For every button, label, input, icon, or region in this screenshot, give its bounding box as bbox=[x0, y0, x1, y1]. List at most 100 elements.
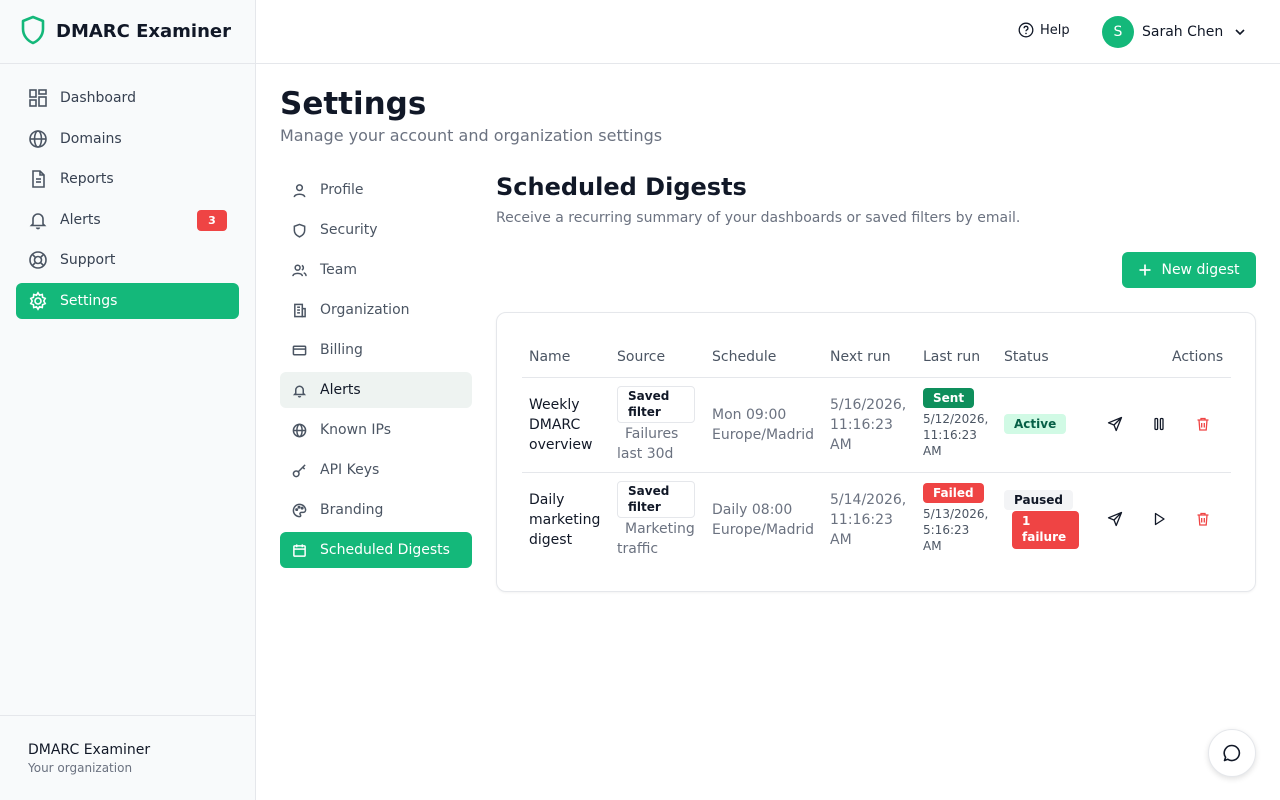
tab-label: Branding bbox=[320, 502, 384, 518]
page-title: Settings bbox=[280, 86, 427, 122]
chip-line: filter bbox=[628, 405, 661, 419]
column-header-next-run[interactable]: Next run bbox=[830, 349, 891, 365]
dashboard-icon bbox=[29, 89, 47, 107]
sidebar-item-alerts[interactable]: Alerts 3 bbox=[16, 202, 239, 238]
user-menu[interactable]: S Sarah Chen bbox=[1102, 16, 1247, 48]
credit-card-icon bbox=[292, 345, 307, 355]
tab-known-ips[interactable]: Known IPs bbox=[280, 412, 472, 448]
sidebar: DMARC Examiner Dashboard Domains Reports… bbox=[0, 0, 256, 800]
gear-icon bbox=[29, 291, 47, 311]
palette-icon bbox=[292, 503, 307, 517]
globe-icon bbox=[292, 423, 307, 437]
tab-billing[interactable]: Billing bbox=[280, 332, 472, 368]
digest-name[interactable]: Daily marketing digest bbox=[529, 490, 600, 550]
divider bbox=[522, 377, 1231, 378]
pause-button[interactable] bbox=[1151, 416, 1171, 436]
send-icon bbox=[1107, 416, 1123, 432]
next-run-line: 11:16:23 bbox=[830, 417, 893, 433]
org-switcher[interactable]: DMARC Examiner Your organization bbox=[0, 715, 255, 800]
new-digest-button[interactable]: New digest bbox=[1122, 252, 1256, 288]
tab-team[interactable]: Team bbox=[280, 252, 472, 288]
calendar-icon bbox=[293, 543, 306, 557]
next-run-line: 5/14/2026, bbox=[830, 492, 907, 508]
shield-icon bbox=[293, 223, 306, 238]
next-run-line: 11:16:23 bbox=[830, 512, 893, 528]
schedule-line: Mon 09:00 bbox=[712, 407, 787, 423]
sidebar-nav: Dashboard Domains Reports Alerts 3 Suppo… bbox=[0, 64, 255, 340]
schedule-line: Daily 08:00 bbox=[712, 502, 793, 518]
tab-label: Known IPs bbox=[320, 422, 392, 438]
chip-line: filter bbox=[628, 500, 661, 514]
last-run-line: 5/12/2026, bbox=[923, 412, 989, 426]
column-header-source[interactable]: Source bbox=[617, 349, 665, 365]
play-icon bbox=[1154, 512, 1165, 526]
brand[interactable]: DMARC Examiner bbox=[0, 0, 255, 64]
plus-icon bbox=[1139, 264, 1151, 276]
section-subtitle: Receive a recurring summary of your dash… bbox=[496, 210, 1021, 226]
column-header-actions: Actions bbox=[1172, 349, 1224, 365]
send-now-button[interactable] bbox=[1107, 511, 1127, 531]
send-now-button[interactable] bbox=[1107, 416, 1127, 436]
trash-icon bbox=[1197, 512, 1209, 526]
delete-button[interactable] bbox=[1195, 416, 1215, 436]
status-badge: Paused bbox=[1004, 490, 1073, 510]
tab-label: Organization bbox=[320, 302, 410, 318]
next-run-line: AM bbox=[830, 437, 852, 453]
digest-schedule: Mon 09:00 Europe/Madrid bbox=[712, 405, 814, 445]
app-name: DMARC Examiner bbox=[56, 21, 231, 42]
help-button[interactable]: Help bbox=[1018, 22, 1070, 38]
tab-label: API Keys bbox=[320, 462, 380, 478]
tab-alerts[interactable]: Alerts bbox=[280, 372, 472, 408]
tab-scheduled-digests[interactable]: Scheduled Digests bbox=[280, 532, 472, 568]
section-title: Scheduled Digests bbox=[496, 173, 747, 201]
failure-line: 1 bbox=[1022, 514, 1031, 528]
source-type-chip: Saved filter bbox=[617, 386, 695, 423]
column-header-status[interactable]: Status bbox=[1004, 349, 1049, 365]
tab-security[interactable]: Security bbox=[280, 212, 472, 248]
column-header-schedule[interactable]: Schedule bbox=[712, 349, 776, 365]
resume-button[interactable] bbox=[1151, 511, 1171, 531]
sidebar-item-label: Dashboard bbox=[60, 90, 136, 106]
tab-label: Billing bbox=[320, 342, 363, 358]
page-subtitle: Manage your account and organization set… bbox=[280, 126, 663, 145]
last-run-line: 11:16:23 bbox=[923, 428, 977, 442]
sidebar-item-settings[interactable]: Settings bbox=[16, 282, 239, 319]
shield-logo-icon bbox=[20, 15, 46, 49]
user-name: Sarah Chen bbox=[1142, 24, 1224, 40]
next-run-line: AM bbox=[830, 532, 852, 548]
sidebar-item-label: Reports bbox=[60, 171, 114, 188]
tab-branding[interactable]: Branding bbox=[280, 492, 472, 528]
name-line: marketing bbox=[529, 512, 601, 528]
last-run-line: AM bbox=[923, 444, 942, 458]
digest-next-run: 5/14/2026, 11:16:23 AM bbox=[830, 490, 906, 550]
chat-button[interactable] bbox=[1208, 729, 1256, 777]
last-run-status-badge: Failed bbox=[923, 483, 984, 503]
sidebar-item-dashboard[interactable]: Dashboard bbox=[16, 80, 239, 116]
digest-status: Paused 1 failure bbox=[1004, 490, 1079, 549]
org-subtitle: Your organization bbox=[28, 761, 133, 775]
sidebar-item-support[interactable]: Support bbox=[16, 242, 239, 278]
tab-organization[interactable]: Organization bbox=[280, 292, 472, 328]
trash-icon bbox=[1197, 417, 1209, 431]
name-line: Weekly bbox=[529, 397, 580, 413]
source-line: Failures bbox=[625, 426, 679, 442]
delete-button[interactable] bbox=[1195, 511, 1215, 531]
sidebar-item-domains[interactable]: Domains bbox=[16, 121, 239, 157]
sidebar-item-reports[interactable]: Reports bbox=[16, 161, 239, 197]
column-header-name[interactable]: Name bbox=[529, 349, 570, 365]
schedule-line: Europe/Madrid bbox=[712, 427, 815, 443]
column-header-last-run[interactable]: Last run bbox=[923, 349, 980, 365]
last-run-status-badge: Sent bbox=[923, 388, 975, 408]
last-run-line: 5/13/2026, bbox=[923, 507, 989, 521]
tab-profile[interactable]: Profile bbox=[280, 172, 472, 208]
tab-label: Security bbox=[320, 222, 378, 238]
sidebar-item-label: Alerts bbox=[60, 211, 101, 228]
globe-icon bbox=[29, 129, 47, 148]
name-line: overview bbox=[529, 437, 593, 453]
last-run-line: AM bbox=[923, 539, 942, 553]
digest-schedule: Daily 08:00 Europe/Madrid bbox=[712, 500, 814, 540]
digest-name[interactable]: Weekly DMARC overview bbox=[529, 395, 592, 455]
sidebar-item-label: Settings bbox=[60, 292, 118, 309]
tab-api-keys[interactable]: API Keys bbox=[280, 452, 472, 488]
tab-label: Alerts bbox=[320, 382, 361, 398]
